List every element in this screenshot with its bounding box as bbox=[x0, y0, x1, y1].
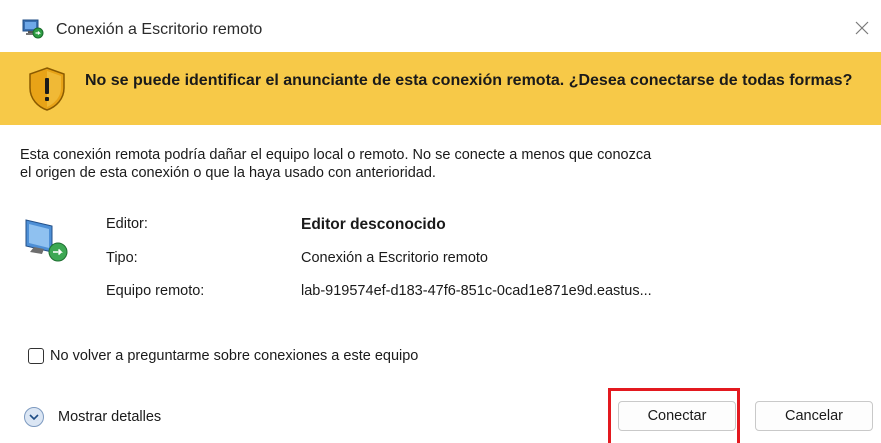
info-row-type: Tipo: Conexión a Escritorio remoto bbox=[106, 250, 866, 272]
remote-desktop-icon bbox=[22, 19, 44, 39]
remote-computer-label: Equipo remoto: bbox=[106, 283, 205, 299]
editor-label: Editor: bbox=[106, 216, 148, 232]
close-icon bbox=[854, 20, 870, 41]
remote-computer-icon bbox=[20, 216, 72, 266]
chevron-down-icon[interactable] bbox=[24, 407, 44, 427]
warning-shield-icon bbox=[26, 66, 68, 112]
warning-banner: No se puede identificar el anunciante de… bbox=[0, 52, 881, 125]
rdp-warning-dialog: Conexión a Escritorio remoto No se puede… bbox=[0, 0, 881, 443]
warning-message: No se puede identificar el anunciante de… bbox=[85, 72, 853, 89]
checkbox-label: No volver a preguntarme sobre conexiones… bbox=[50, 348, 419, 364]
show-details-label: Mostrar detalles bbox=[58, 409, 162, 425]
type-value: Conexión a Escritorio remoto bbox=[301, 250, 488, 266]
dont-ask-again-checkbox[interactable]: No volver a preguntarme sobre conexiones… bbox=[28, 346, 418, 366]
info-row-editor: Editor: Editor desconocido bbox=[106, 216, 866, 238]
checkbox-box[interactable] bbox=[28, 348, 44, 364]
connect-button[interactable]: Conectar bbox=[618, 401, 736, 431]
description-line-1: Esta conexión remota podría dañar el equ… bbox=[20, 147, 652, 163]
show-details-toggle[interactable]: Mostrar detalles bbox=[24, 405, 161, 429]
description-line-2: el origen de esta conexión o que la haya… bbox=[20, 165, 436, 181]
remote-computer-value: lab-919574ef-d183-47f6-851c-0cad1e871e9d… bbox=[301, 283, 652, 299]
cancel-button[interactable]: Cancelar bbox=[755, 401, 873, 431]
info-row-remote-computer: Equipo remoto: lab-919574ef-d183-47f6-85… bbox=[106, 283, 866, 305]
title-bar: Conexión a Escritorio remoto bbox=[0, 0, 881, 52]
editor-value: Editor desconocido bbox=[301, 216, 446, 233]
type-label: Tipo: bbox=[106, 250, 138, 266]
window-title: Conexión a Escritorio remoto bbox=[56, 21, 263, 38]
close-button[interactable] bbox=[848, 16, 876, 44]
description-text: Esta conexión remota podría dañar el equ… bbox=[20, 146, 840, 182]
